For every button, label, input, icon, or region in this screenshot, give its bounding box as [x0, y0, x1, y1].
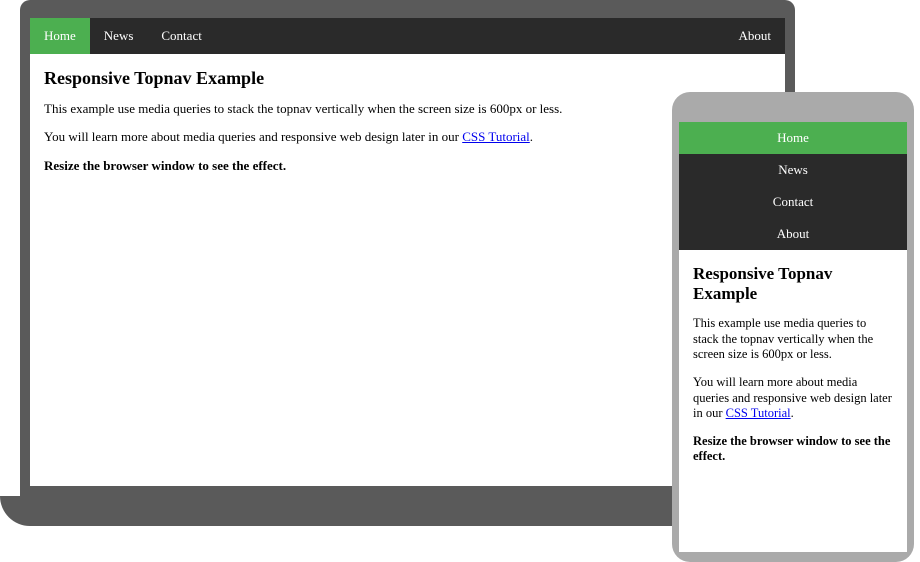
paragraph-3-text-mobile: Resize the browser window to see the eff… [693, 434, 890, 464]
nav-contact-mobile[interactable]: Contact [679, 186, 907, 218]
topnav-vertical: Home News Contact About [679, 122, 907, 250]
nav-news[interactable]: News [90, 18, 148, 54]
paragraph-2-mobile: You will learn more about media queries … [693, 375, 893, 422]
css-tutorial-link-mobile[interactable]: CSS Tutorial [726, 406, 791, 420]
paragraph-2-suffix: . [530, 129, 533, 144]
phone-device: Home News Contact About Responsive Topna… [672, 92, 914, 562]
page-content-mobile: Responsive Topnav Example This example u… [679, 250, 907, 491]
nav-about-mobile[interactable]: About [679, 218, 907, 250]
paragraph-1: This example use media queries to stack … [44, 101, 771, 117]
page-title-mobile: Responsive Topnav Example [693, 264, 893, 304]
paragraph-2-prefix: You will learn more about media queries … [44, 129, 462, 144]
paragraph-3-text: Resize the browser window to see the eff… [44, 158, 286, 173]
nav-about[interactable]: About [725, 18, 786, 54]
page-title: Responsive Topnav Example [44, 68, 771, 89]
nav-news-mobile[interactable]: News [679, 154, 907, 186]
nav-home-mobile[interactable]: Home [679, 122, 907, 154]
topnav-horizontal: Home News Contact About [30, 18, 785, 54]
nav-contact[interactable]: Contact [147, 18, 215, 54]
paragraph-2-suffix-mobile: . [791, 406, 794, 420]
nav-home[interactable]: Home [30, 18, 90, 54]
paragraph-1-mobile: This example use media queries to stack … [693, 316, 893, 363]
paragraph-3-mobile: Resize the browser window to see the eff… [693, 434, 893, 465]
css-tutorial-link[interactable]: CSS Tutorial [462, 129, 530, 144]
paragraph-2: You will learn more about media queries … [44, 129, 771, 145]
paragraph-3: Resize the browser window to see the eff… [44, 158, 771, 174]
phone-viewport: Home News Contact About Responsive Topna… [679, 122, 907, 552]
